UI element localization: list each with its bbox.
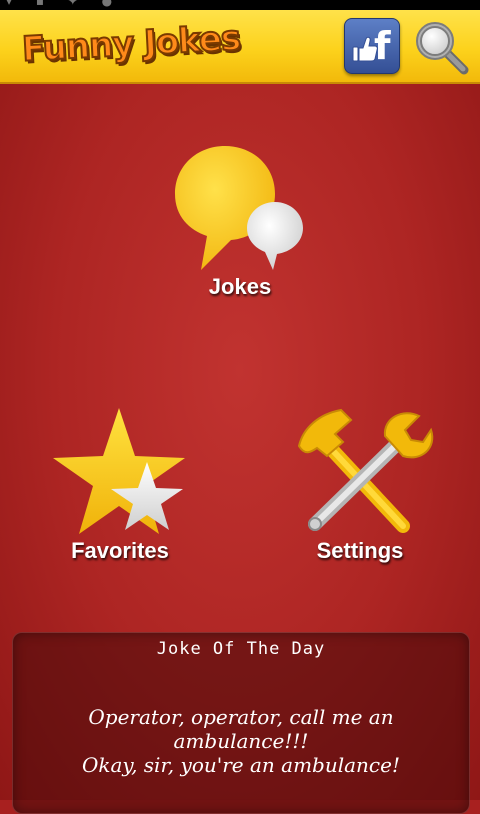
search-button[interactable] [412,18,470,76]
app-logo: Funny Jokes [20,17,242,70]
facebook-like-icon: f [352,24,391,68]
joke-line-1: Operator, operator, call me an ambulance… [88,705,394,753]
favorites-label: Favorites [71,538,169,563]
joke-of-the-day-title: Joke Of The Day [156,639,326,659]
speech-bubbles-icon [175,146,303,270]
hammer-wrench-icon [297,408,434,533]
search-icon [416,22,469,75]
facebook-like-button[interactable]: f [344,18,400,74]
joke-line-2: Okay, sir, you're an ambulance! [81,753,401,777]
settings-label: Settings [316,538,404,563]
favorites-button[interactable]: Favorites [45,406,195,568]
stars-icon [53,408,185,534]
jokes-label: Jokes [208,274,272,299]
joke-of-the-day-text: Operator, operator, call me an ambulance… [23,705,459,777]
settings-button[interactable]: Settings [285,406,435,568]
joke-of-the-day-panel: Joke Of The Day Operator, operator, call… [12,632,470,814]
status-bar: ▾ ▪ ✦ ● [0,0,480,10]
jokes-button[interactable]: Jokes [165,144,315,304]
notification-icons: ▾ ▪ ✦ ● [6,0,123,8]
app-header: Funny Jokes f [0,10,480,84]
